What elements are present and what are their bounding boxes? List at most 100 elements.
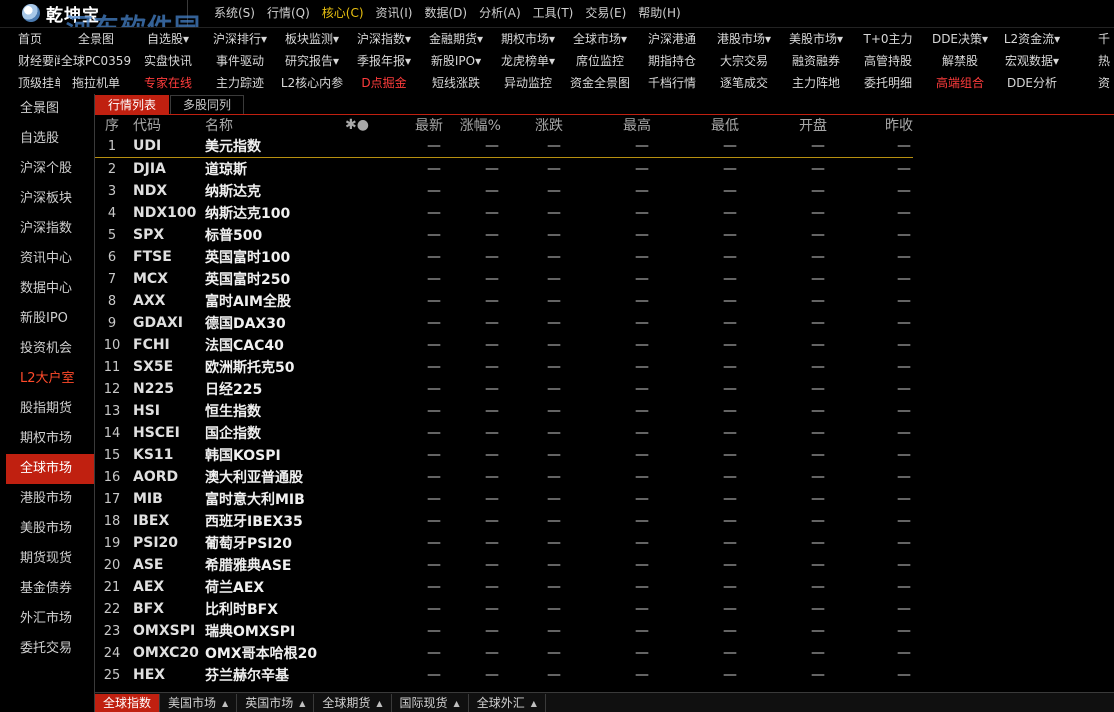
table-row[interactable]: 4 NDX100 纳斯达克100 — — — — — — — <box>95 202 913 224</box>
sidebar-item[interactable]: 股指期货 <box>0 394 94 424</box>
menu-analysis[interactable]: 分析(A) <box>473 0 527 26</box>
table-row[interactable]: 21 AEX 荷兰AEX — — — — — — — <box>95 576 913 598</box>
table-row[interactable]: 13 HSI 恒生指数 — — — — — — — <box>95 400 913 422</box>
function-link[interactable]: 专家在线 <box>132 72 204 94</box>
function-link[interactable]: 融资融券 <box>780 50 852 72</box>
sidebar-item[interactable]: 数据中心 <box>0 274 94 304</box>
function-link[interactable]: 沪深指数▾ <box>348 28 420 50</box>
sidebar-item[interactable]: 沪深板块 <box>0 184 94 214</box>
sidebar-item[interactable]: 外汇市场 <box>0 604 94 634</box>
sidebar-item[interactable]: 委托交易 <box>0 634 94 664</box>
function-link[interactable]: DDE分析 <box>996 72 1068 94</box>
function-link[interactable]: 热 <box>1068 50 1114 72</box>
function-link[interactable]: 龙虎榜单▾ <box>492 50 564 72</box>
function-link[interactable]: 事件驱动 <box>204 50 276 72</box>
function-link[interactable]: 期权市场▾ <box>492 28 564 50</box>
sidebar-item[interactable]: 期权市场 <box>0 424 94 454</box>
table-row[interactable]: 25 HEX 芬兰赫尔辛基 — — — — — — — <box>95 664 913 686</box>
sidebar-item[interactable]: 沪深个股 <box>0 154 94 184</box>
function-link[interactable]: 沪深港通 <box>636 28 708 50</box>
view-tab[interactable]: 多股同列 <box>170 95 245 114</box>
function-link[interactable]: 板块监测▾ <box>276 28 348 50</box>
table-row[interactable]: 11 SX5E 欧洲斯托克50 — — — — — — — <box>95 356 913 378</box>
function-link[interactable]: 短线涨跌 <box>420 72 492 94</box>
function-link[interactable]: 委托明细 <box>852 72 924 94</box>
function-link[interactable]: 金融期货▾ <box>420 28 492 50</box>
sidebar-item[interactable]: 全球市场 <box>6 454 94 484</box>
table-row[interactable]: 7 MCX 英国富时250 — — — — — — — <box>95 268 913 290</box>
function-link[interactable]: 解禁股 <box>924 50 996 72</box>
function-link[interactable]: 高管持股 <box>852 50 924 72</box>
col-header-code[interactable]: 代码 <box>129 115 205 135</box>
function-link[interactable]: L2核心内参 <box>276 72 348 94</box>
col-header-prev-close[interactable]: 昨收 <box>827 115 913 135</box>
sidebar-item[interactable]: 美股市场 <box>0 514 94 544</box>
table-row[interactable]: 9 GDAXI 德国DAX30 — — — — — — — <box>95 312 913 334</box>
col-header-latest[interactable]: 最新 <box>373 115 443 135</box>
col-header-name[interactable]: 名称 <box>205 115 341 135</box>
function-link[interactable]: 期指持仓 <box>636 50 708 72</box>
function-link[interactable]: 大宗交易 <box>708 50 780 72</box>
function-link[interactable]: 全景图 <box>60 28 132 50</box>
function-link[interactable]: 异动监控 <box>492 72 564 94</box>
function-link[interactable]: 席位监控 <box>564 50 636 72</box>
table-row[interactable]: 6 FTSE 英国富时100 — — — — — — — <box>95 246 913 268</box>
function-link[interactable]: 千档行情 <box>636 72 708 94</box>
function-link[interactable]: 拖拉机单 <box>60 72 132 94</box>
market-tab[interactable]: 美国市场 ▲ <box>160 693 238 712</box>
function-link[interactable]: T+0主力 <box>852 28 924 50</box>
menu-news[interactable]: 资讯(I) <box>370 0 419 26</box>
table-row[interactable]: 2 DJIA 道琼斯 — — — — — — — <box>95 158 913 181</box>
sidebar-item[interactable]: 资讯中心 <box>0 244 94 274</box>
function-link[interactable]: 季报年报▾ <box>348 50 420 72</box>
function-link[interactable]: 研究报告▾ <box>276 50 348 72</box>
sidebar-item[interactable]: 沪深指数 <box>0 214 94 244</box>
function-link[interactable]: 财经要闻 <box>0 50 60 72</box>
function-link[interactable]: 港股市场▾ <box>708 28 780 50</box>
sidebar-item[interactable]: L2大户室 <box>0 364 94 394</box>
function-link[interactable]: 逐笔成交 <box>708 72 780 94</box>
table-row[interactable]: 23 OMXSPI 瑞典OMXSPI — — — — — — — <box>95 620 913 642</box>
col-header-change-pct[interactable]: 涨幅% <box>443 115 501 135</box>
market-tab[interactable]: 全球指数 <box>95 693 161 712</box>
sidebar-item[interactable]: 基金债券 <box>0 574 94 604</box>
function-link[interactable]: 资金全景图 <box>564 72 636 94</box>
table-row[interactable]: 18 IBEX 西班牙IBEX35 — — — — — — — <box>95 510 913 532</box>
function-link[interactable]: L2资金流▾ <box>996 28 1068 50</box>
table-row[interactable]: 19 PSI20 葡萄牙PSI20 — — — — — — — <box>95 532 913 554</box>
market-tab[interactable]: 全球期货 ▲ <box>314 693 392 712</box>
function-link[interactable]: 资 <box>1068 72 1114 94</box>
function-link[interactable]: 顶级挂单 <box>0 72 60 94</box>
view-tab[interactable]: 行情列表 <box>95 95 170 114</box>
menu-system[interactable]: 系统(S) <box>208 0 261 26</box>
table-row[interactable]: 24 OMXC20 OMX哥本哈根20 — — — — — — — <box>95 642 913 664</box>
sidebar-item[interactable]: 新股IPO <box>0 304 94 334</box>
table-row[interactable]: 15 KS11 韩国KOSPI — — — — — — — <box>95 444 913 466</box>
function-link[interactable]: 宏观数据▾ <box>996 50 1068 72</box>
table-row[interactable]: 17 MIB 富时意大利MIB — — — — — — — <box>95 488 913 510</box>
function-link[interactable]: 高端组合 <box>924 72 996 94</box>
table-row[interactable]: 1 UDI 美元指数 — — — — — — — <box>95 135 913 158</box>
menu-quote[interactable]: 行情(Q) <box>261 0 316 26</box>
function-link[interactable]: 美股市场▾ <box>780 28 852 50</box>
table-row[interactable]: 12 N225 日经225 — — — — — — — <box>95 378 913 400</box>
table-row[interactable]: 22 BFX 比利时BFX — — — — — — — <box>95 598 913 620</box>
sidebar-item[interactable]: 期货现货 <box>0 544 94 574</box>
sidebar-item[interactable]: 投资机会 <box>0 334 94 364</box>
col-header-high[interactable]: 最高 <box>563 115 651 135</box>
col-header-change[interactable]: 涨跌 <box>501 115 563 135</box>
col-header-idx[interactable]: 序 <box>95 115 129 135</box>
menu-help[interactable]: 帮助(H) <box>632 0 686 26</box>
menu-core[interactable]: 核心(C) <box>316 0 370 26</box>
table-row[interactable]: 3 NDX 纳斯达克 — — — — — — — <box>95 180 913 202</box>
function-link[interactable]: 沪深排行▾ <box>204 28 276 50</box>
function-link[interactable]: 全球PC0359 <box>60 50 132 72</box>
function-link[interactable]: 自选股▾ <box>132 28 204 50</box>
function-link[interactable]: 实盘快讯 <box>132 50 204 72</box>
function-link[interactable]: 首页 <box>0 28 60 50</box>
function-link[interactable]: DDE决策▾ <box>924 28 996 50</box>
function-link[interactable]: 千 <box>1068 28 1114 50</box>
menu-data[interactable]: 数据(D) <box>418 0 473 26</box>
table-row[interactable]: 14 HSCEI 国企指数 — — — — — — — <box>95 422 913 444</box>
col-header-open[interactable]: 开盘 <box>739 115 827 135</box>
